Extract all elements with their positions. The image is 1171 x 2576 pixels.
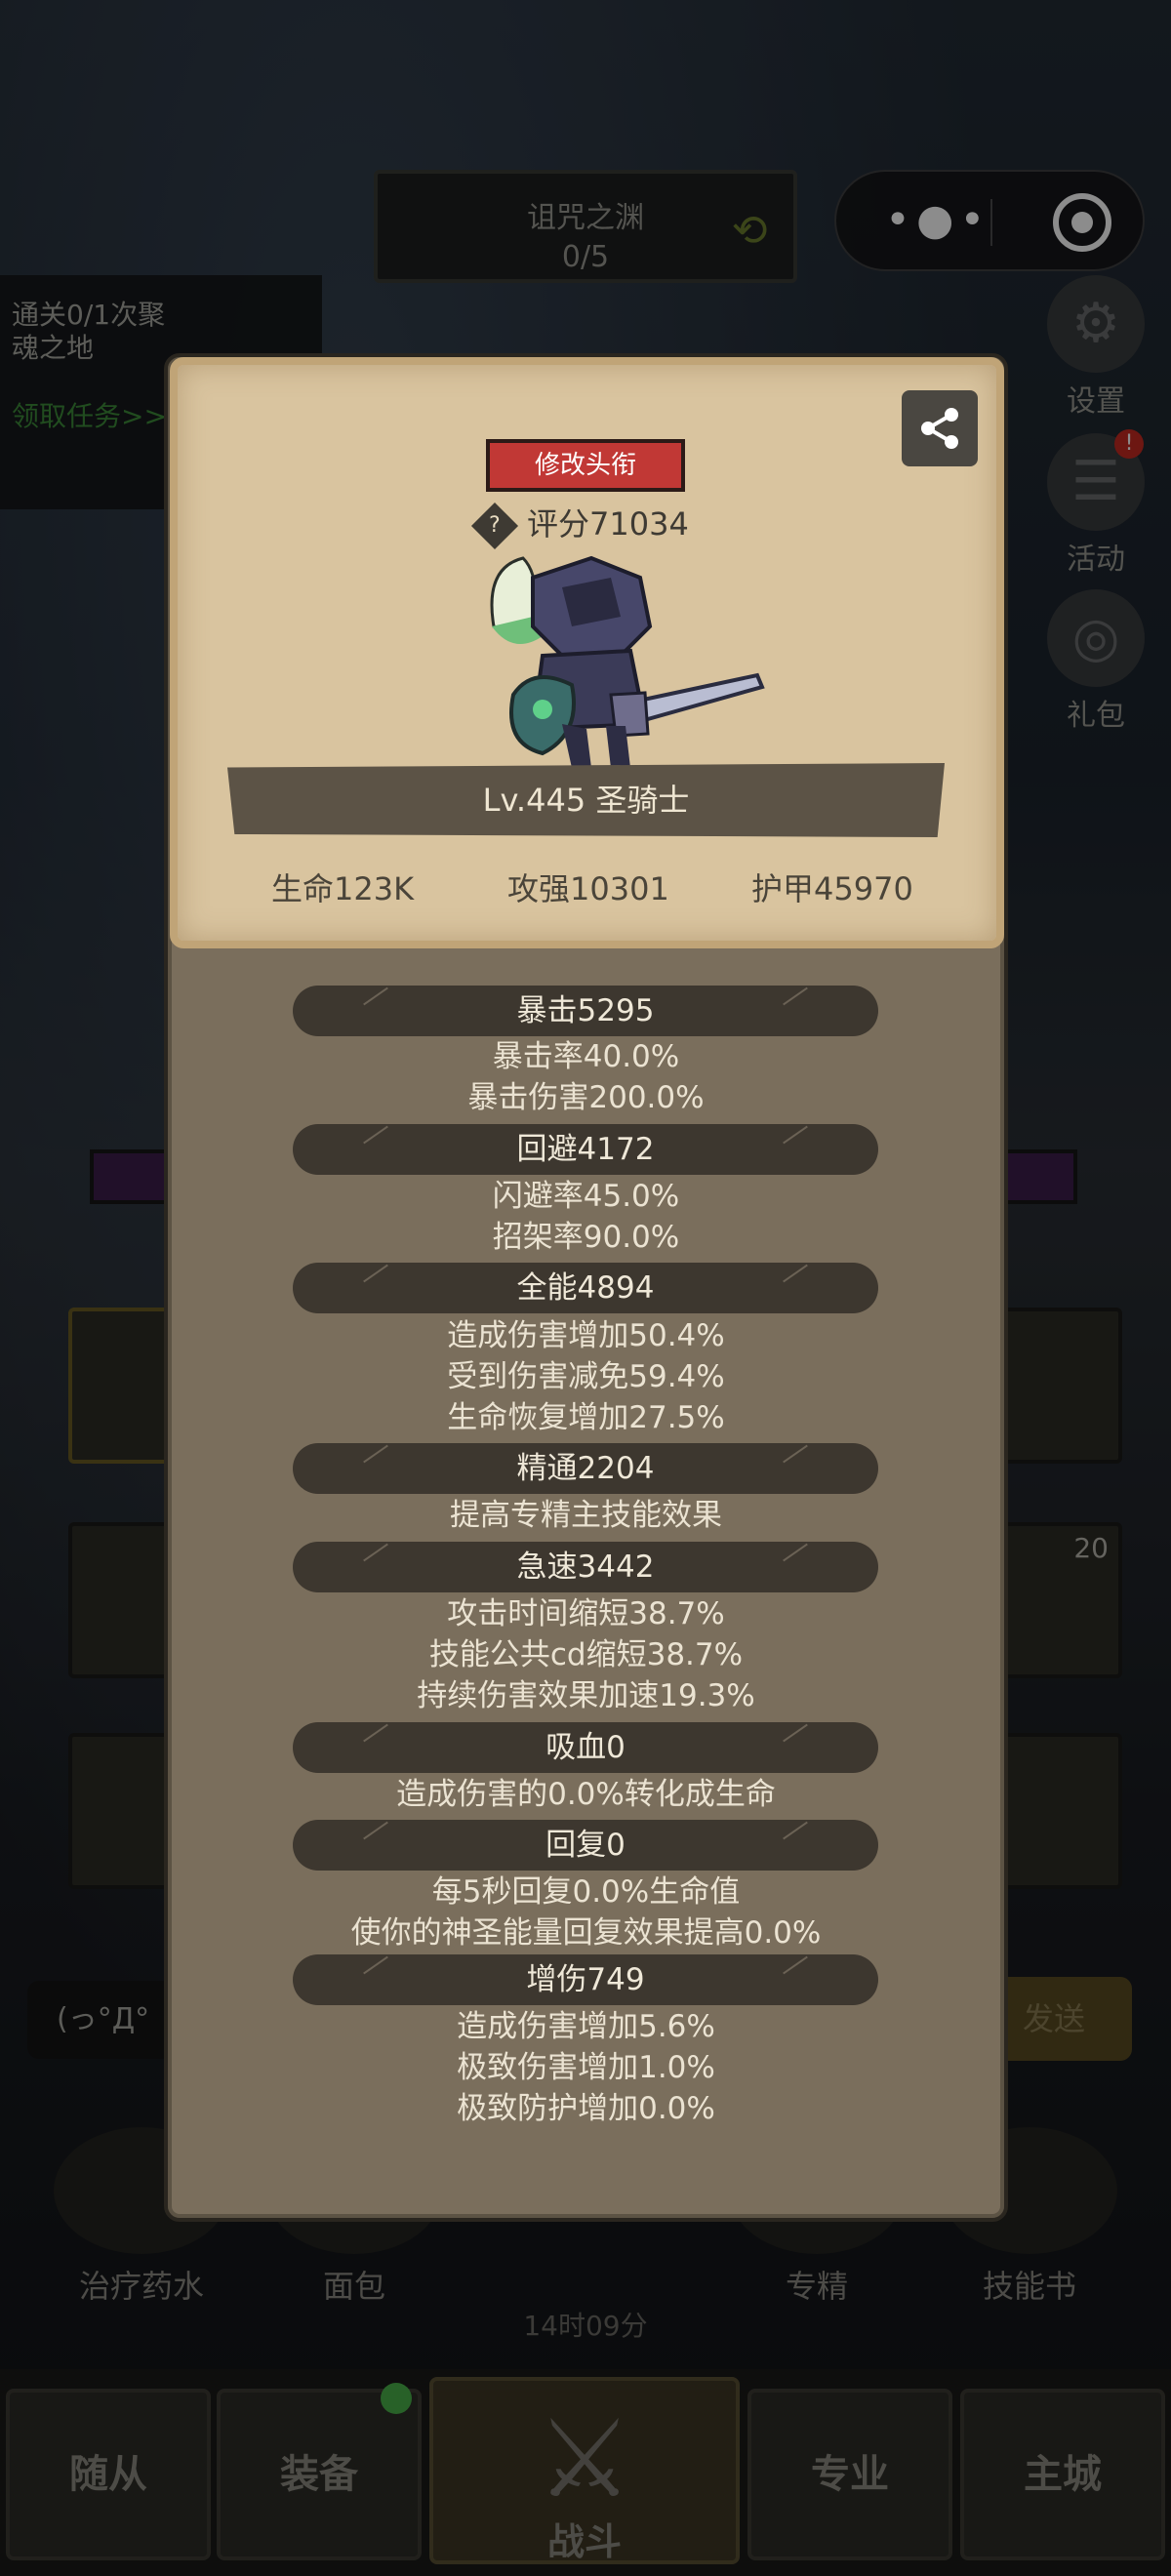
stat-line: 极致伤害增加1.0% (457, 2050, 715, 2085)
stat-header-mastery: 精通2204 (293, 1443, 878, 1494)
share-button[interactable] (902, 390, 978, 466)
stat-header-lifesteal: 吸血0 (293, 1722, 878, 1773)
attr-attack-power: 攻强10301 (507, 870, 669, 907)
attr-health: 生命123K (271, 870, 415, 907)
stat-header-damage-bonus: 增伤749 (293, 1954, 878, 2005)
paladin-character-sprite (490, 555, 765, 768)
stat-line: 造成伤害增加50.4% (447, 1318, 725, 1353)
help-icon[interactable]: ? (470, 502, 519, 550)
level-class-bar: Lv.445 圣骑士 (227, 763, 945, 837)
stat-header-haste: 急速3442 (293, 1542, 878, 1592)
stat-header-avoidance: 回避4172 (293, 1124, 878, 1175)
stat-line: 极致防护增加0.0% (457, 2091, 715, 2126)
stat-line: 受到伤害减免59.4% (447, 1359, 725, 1394)
stat-header-versatility: 全能4894 (293, 1263, 878, 1313)
stat-line: 技能公共cd缩短38.7% (428, 1637, 744, 1672)
edit-title-button[interactable]: 修改头衔 (486, 439, 685, 492)
stat-line: 造成伤害增加5.6% (457, 2009, 715, 2044)
stat-line: 使你的神圣能量回复效果提高0.0% (350, 1915, 822, 1951)
stat-line: 攻击时间缩短38.7% (447, 1596, 725, 1631)
stat-header-crit: 暴击5295 (293, 986, 878, 1036)
stat-line: 闪避率45.0% (492, 1179, 680, 1214)
share-icon (921, 408, 958, 449)
score-value: 评分71034 (527, 505, 689, 543)
stat-line: 生命恢复增加27.5% (447, 1400, 725, 1435)
stat-line: 暴击率40.0% (492, 1039, 680, 1074)
stat-line: 造成伤害的0.0%转化成生命 (396, 1777, 776, 1812)
score-row: ? 评分71034 (470, 500, 689, 550)
stat-line: 招架率90.0% (492, 1220, 680, 1255)
stat-line: 持续伤害效果加速19.3% (417, 1678, 755, 1713)
stat-line: 每5秒回复0.0%生命值 (431, 1874, 741, 1910)
stat-line: 暴击伤害200.0% (467, 1080, 705, 1115)
attr-armor: 护甲45970 (751, 870, 913, 907)
stat-header-regen: 回复0 (293, 1820, 878, 1871)
stat-line: 提高专精主技能效果 (450, 1498, 722, 1533)
